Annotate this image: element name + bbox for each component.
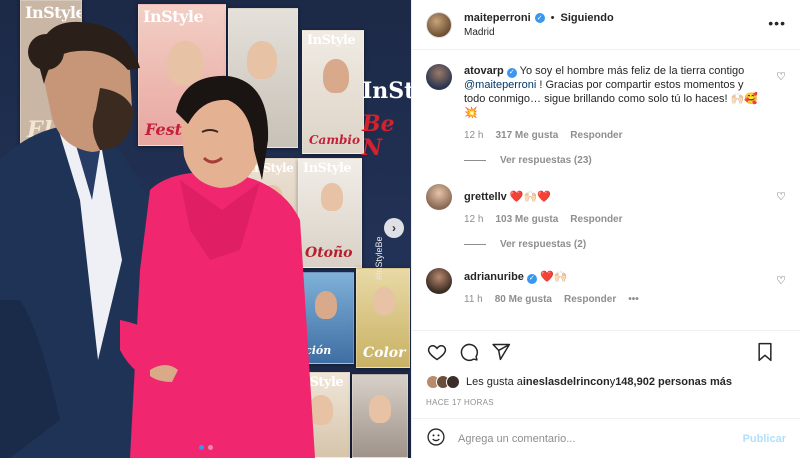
- replies-divider: [464, 160, 486, 161]
- comment-options-icon[interactable]: •••: [628, 294, 639, 305]
- magazine-cover: Color: [356, 268, 410, 368]
- share-paper-plane-icon[interactable]: [490, 341, 512, 363]
- next-slide-button[interactable]: ›: [384, 218, 404, 238]
- post-photo[interactable]: InStyle El InStyle Festivo InStyle Cambi…: [0, 0, 411, 458]
- comment-time[interactable]: 12 h: [464, 130, 483, 141]
- like-comment-heart-icon[interactable]: ♡: [776, 274, 786, 287]
- comment-likes[interactable]: 103 Me gusta: [495, 214, 558, 225]
- likes-first-user[interactable]: ineslasdelrincon: [523, 376, 610, 388]
- comment-text: Yo soy el hombre más feliz de la tierra …: [516, 65, 745, 77]
- comment-text: ❤️🙌🏻❤️: [506, 191, 551, 203]
- post-header: maiteperroni ✓ • Siguiendo Madrid •••: [412, 0, 800, 50]
- header-separator: •: [550, 11, 555, 24]
- post-side-panel: maiteperroni ✓ • Siguiendo Madrid ••• at…: [411, 0, 800, 458]
- commenter-username[interactable]: atovarp: [464, 65, 504, 77]
- action-bar: [412, 330, 800, 372]
- like-heart-icon[interactable]: [426, 341, 448, 363]
- comment-time[interactable]: 12 h: [464, 214, 483, 225]
- commenter-username[interactable]: adrianuribe: [464, 271, 524, 283]
- instyle-banner: InStyle Be N #InStyleBe: [362, 78, 411, 280]
- commenter-avatar[interactable]: [426, 64, 452, 90]
- verified-badge-icon: ✓: [526, 274, 537, 284]
- likes-summary[interactable]: Les gusta a ineslasdelrincon y 148,902 p…: [412, 372, 800, 392]
- post-comment-button[interactable]: Publicar: [743, 433, 786, 445]
- comment: adrianuribe ✓ ❤️🙌🏻 11 h 80 Me gusta Resp…: [426, 268, 786, 305]
- comment-text: ❤️🙌🏻: [536, 271, 568, 283]
- post-dialog: InStyle El InStyle Festivo InStyle Cambi…: [0, 0, 800, 458]
- comment-meta: 12 h 103 Me gusta Responder: [464, 214, 764, 225]
- reply-button[interactable]: Responder: [570, 130, 622, 141]
- author-avatar[interactable]: [426, 11, 452, 38]
- bookmark-icon[interactable]: [754, 341, 776, 363]
- view-replies-button[interactable]: Ver respuestas (2): [464, 239, 786, 250]
- comments-list: atovarp ✓ Yo soy el hombre más feliz de …: [412, 50, 800, 330]
- replies-divider: [464, 244, 486, 245]
- comment: atovarp ✓ Yo soy el hombre más feliz de …: [426, 64, 786, 141]
- comment-bubble-icon[interactable]: [458, 341, 480, 363]
- slide-dot-active: [198, 445, 204, 450]
- commenter-avatar[interactable]: [426, 268, 452, 294]
- post-location[interactable]: Madrid: [464, 27, 614, 38]
- reply-button[interactable]: Responder: [564, 294, 616, 305]
- comment-time[interactable]: 11 h: [464, 294, 483, 305]
- comment-meta: 12 h 317 Me gusta Responder: [464, 130, 764, 141]
- slide-dot: [207, 445, 213, 450]
- slide-indicator: [0, 445, 411, 450]
- comment-composer: Publicar: [412, 418, 800, 458]
- comment-input[interactable]: [458, 432, 743, 445]
- more-options-icon[interactable]: •••: [768, 16, 786, 30]
- likes-prefix: Les gusta a: [466, 376, 523, 388]
- comment-meta: 11 h 80 Me gusta Responder •••: [464, 294, 764, 305]
- view-replies-button[interactable]: Ver respuestas (23): [464, 155, 786, 166]
- like-comment-heart-icon[interactable]: ♡: [776, 70, 786, 83]
- likes-others-count[interactable]: 148,902 personas más: [615, 376, 732, 388]
- verified-badge-icon: ✓: [506, 68, 517, 78]
- commenter-avatar[interactable]: [426, 184, 452, 210]
- author-username[interactable]: maiteperroni: [464, 12, 531, 24]
- comment: grettellv ❤️🙌🏻❤️ 12 h 103 Me gusta Respo…: [426, 184, 786, 225]
- view-replies-label: Ver respuestas (23): [500, 155, 592, 166]
- comment-likes[interactable]: 317 Me gusta: [495, 130, 558, 141]
- liker-avatar: [446, 375, 460, 389]
- emoji-smiley-icon[interactable]: [426, 427, 446, 450]
- post-timestamp[interactable]: HACE 17 HORAS: [412, 392, 800, 418]
- chevron-right-icon: ›: [392, 221, 396, 235]
- view-replies-label: Ver respuestas (2): [500, 239, 587, 250]
- reply-button[interactable]: Responder: [570, 214, 622, 225]
- liker-avatars: [426, 375, 460, 389]
- comment-likes[interactable]: 80 Me gusta: [495, 294, 552, 305]
- commenter-username[interactable]: grettellv: [464, 191, 507, 203]
- verified-badge-icon: ✓: [534, 12, 545, 23]
- woman-figure: [120, 75, 315, 458]
- comment-mention-link[interactable]: @maiteperroni: [464, 79, 536, 91]
- like-comment-heart-icon[interactable]: ♡: [776, 190, 786, 203]
- following-button[interactable]: Siguiendo: [561, 12, 614, 24]
